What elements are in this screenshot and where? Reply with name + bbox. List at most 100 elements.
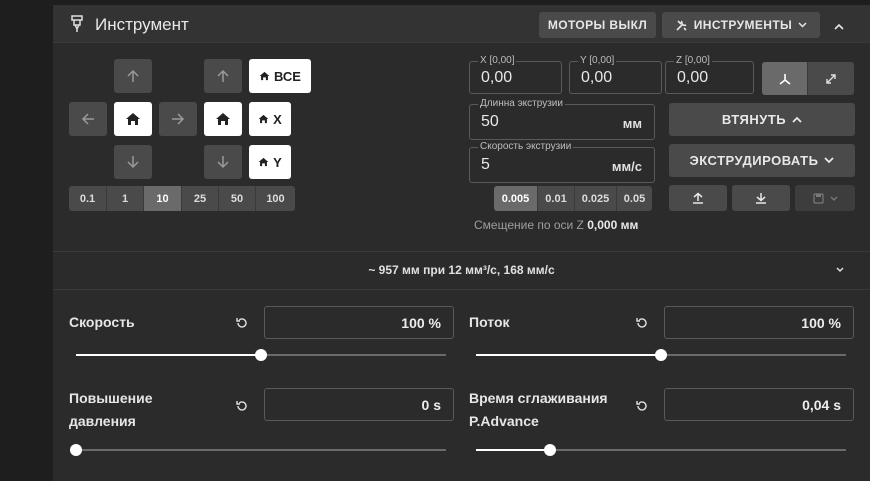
extrusion-length-value: 50 [481, 113, 499, 130]
z-step-option-active[interactable]: 0.005 [494, 186, 538, 211]
home-all-label: ВСЕ [274, 68, 301, 84]
xy-step-option[interactable]: 0.1 [69, 186, 107, 211]
jog-z-plus-button[interactable] [204, 59, 242, 93]
chevron-down-icon[interactable] [833, 265, 847, 275]
xy-step-option[interactable]: 100 [256, 186, 295, 211]
motors-off-label: МОТОРЫ ВЫКЛ [547, 18, 648, 32]
flow-slider[interactable] [476, 349, 846, 361]
xy-step-selector: 0.1 1 10 25 50 100 [69, 186, 295, 211]
slider-knob[interactable] [70, 444, 82, 456]
reset-pressure-advance-icon[interactable] [235, 399, 249, 413]
home-icon [258, 157, 269, 167]
home-all-button[interactable]: ВСЕ [249, 59, 311, 93]
collapse-panel-button[interactable] [825, 13, 853, 39]
raise-icon [693, 192, 703, 204]
home-z-button[interactable] [204, 102, 242, 136]
slider-knob[interactable] [544, 444, 556, 456]
extrude-button[interactable]: ЭКСТРУДИРОВАТЬ [669, 144, 855, 177]
arrow-down-icon [127, 156, 139, 169]
pressure-advance-label-line1: Повышение [69, 390, 153, 406]
x-position-label: X [0,00] [478, 55, 517, 67]
panel-title: Инструмент [95, 15, 189, 34]
z-offset-readout: Смещение по оси Z 0,000 мм [474, 218, 638, 232]
divider [53, 289, 870, 290]
jog-z-minus-button[interactable] [204, 145, 242, 179]
jog-y-minus-button[interactable] [114, 145, 152, 179]
z-step-option[interactable]: 0.01 [538, 186, 575, 211]
speed-slider[interactable] [76, 349, 446, 361]
extruder-icon [71, 15, 83, 32]
smooth-time-label: Время сглаживания P.Advance [469, 387, 608, 433]
chevron-down-icon [824, 157, 835, 164]
save-icon [812, 192, 824, 204]
smooth-time-slider[interactable] [476, 444, 846, 456]
home-icon [259, 71, 270, 81]
smooth-time-label-line2: P.Advance [469, 413, 539, 429]
arrow-right-icon [172, 113, 185, 125]
pressure-advance-input[interactable]: 0 s [264, 388, 454, 421]
chevron-up-icon [792, 116, 802, 123]
home-x-button[interactable]: X [249, 102, 291, 136]
z-position-field[interactable]: Z [0,00] 0,00 [665, 55, 754, 94]
chevron-down-icon [798, 22, 807, 28]
arrow-down-icon [217, 156, 229, 169]
expand-view-button[interactable] [808, 62, 854, 95]
extrusion-summary: ~ 957 мм при 12 мм³/с, 168 мм/с [368, 263, 555, 277]
motors-off-button[interactable]: МОТОРЫ ВЫКЛ [539, 12, 656, 38]
tools-icon [676, 19, 687, 31]
lower-icon [756, 193, 766, 204]
home-y-button[interactable]: Y [249, 145, 291, 179]
extrude-label: ЭКСТРУДИРОВАТЬ [689, 153, 819, 168]
z-step-option[interactable]: 0.05 [617, 186, 652, 211]
extrusion-speed-value: 5 [481, 156, 490, 173]
speed-input[interactable]: 100 % [264, 306, 454, 339]
extrusion-length-field[interactable]: Длинна экструзии 50 мм [469, 98, 655, 140]
z-step-option[interactable]: 0.025 [575, 186, 617, 211]
z-offset-up-button[interactable] [669, 185, 727, 211]
z-offset-down-button[interactable] [732, 185, 790, 211]
retract-button[interactable]: ВТЯНУТЬ [669, 103, 855, 136]
home-x-label: X [273, 111, 282, 127]
panel-header: Инструмент МОТОРЫ ВЫКЛ ИНСТРУМЕНТЫ [53, 5, 870, 43]
home-icon [216, 113, 230, 125]
y-position-field[interactable]: Y [0,00] 0,00 [569, 55, 662, 94]
x-position-field[interactable]: X [0,00] 0,00 [469, 55, 562, 94]
jog-y-plus-button[interactable] [114, 59, 152, 93]
arrow-up-icon [127, 69, 139, 82]
xy-step-option-active[interactable]: 10 [144, 186, 182, 211]
flow-input[interactable]: 100 % [664, 306, 854, 339]
chevron-down-icon [830, 196, 837, 201]
arrow-left-icon [81, 113, 94, 125]
reset-speed-icon[interactable] [235, 316, 249, 330]
extrusion-length-label: Длинна экструзии [478, 98, 565, 110]
axes-icon [779, 73, 790, 85]
xy-step-option[interactable]: 1 [107, 186, 144, 211]
xy-step-option[interactable]: 25 [182, 186, 219, 211]
xy-step-option[interactable]: 50 [219, 186, 256, 211]
home-xy-button[interactable] [114, 102, 152, 136]
z-offset-save-button[interactable] [795, 185, 855, 211]
slider-knob[interactable] [255, 349, 267, 361]
extrusion-speed-label: Скорость экструзии [478, 141, 574, 153]
tools-menu-button[interactable]: ИНСТРУМЕНТЫ [662, 12, 820, 38]
extrusion-speed-field[interactable]: Скорость экструзии 5 мм/с [469, 141, 655, 183]
expand-icon [826, 73, 836, 84]
jog-x-minus-button[interactable] [69, 102, 107, 136]
y-position-label: Y [0,00] [578, 55, 617, 67]
reset-flow-icon[interactable] [635, 316, 649, 330]
z-offset-label: Смещение по оси Z [474, 218, 584, 232]
smooth-time-input[interactable]: 0,04 s [664, 388, 854, 421]
chevron-up-icon [834, 23, 844, 30]
extrusion-speed-unit: мм/с [611, 159, 642, 174]
extrusion-length-unit: мм [622, 116, 642, 131]
pressure-advance-slider[interactable] [70, 444, 446, 456]
z-step-selector: 0.005 0.01 0.025 0.05 [494, 186, 652, 211]
axes-view-button[interactable] [762, 62, 808, 95]
retract-label: ВТЯНУТЬ [721, 112, 787, 127]
x-position-value: 0,00 [481, 69, 513, 86]
jog-x-plus-button[interactable] [159, 102, 197, 136]
z-offset-value: 0,000 мм [587, 218, 639, 232]
slider-knob[interactable] [655, 349, 667, 361]
flow-label: Поток [469, 314, 510, 330]
reset-smooth-time-icon[interactable] [635, 399, 649, 413]
